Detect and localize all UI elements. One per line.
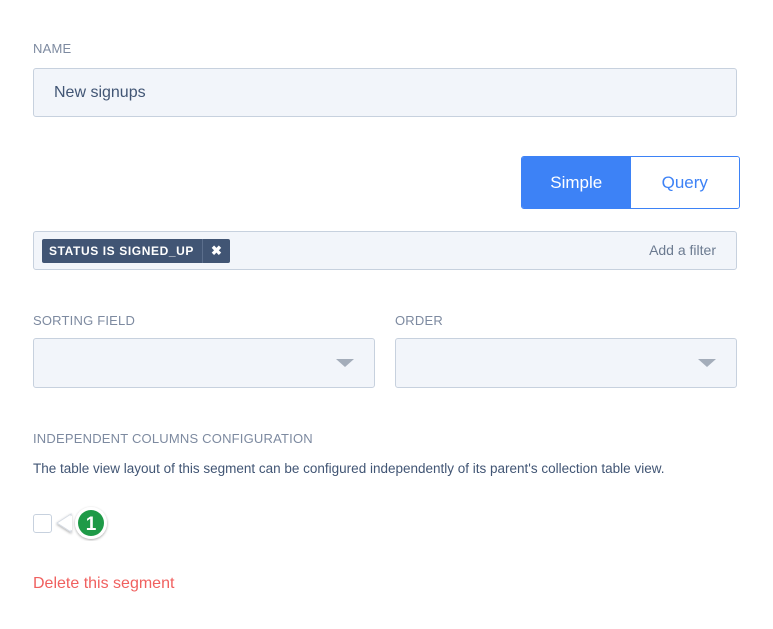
callout-number: 1 [86,514,97,535]
name-input[interactable] [33,68,737,117]
query-mode-button[interactable]: Query [630,157,739,208]
step-callout-badge: 1 [56,507,107,539]
simple-mode-button[interactable]: Simple [522,157,631,208]
name-label: NAME [33,41,72,56]
order-label: ORDER [395,313,443,328]
filter-tag: STATUS IS SIGNED_UP ✖ [42,239,230,263]
independent-columns-checkbox[interactable] [33,514,52,533]
independent-columns-label: INDEPENDENT COLUMNS CONFIGURATION [33,431,313,446]
filter-tag-label: STATUS IS SIGNED_UP [49,244,194,258]
mode-toggle: Simple Query [521,156,740,209]
close-icon[interactable]: ✖ [201,239,230,263]
chevron-down-icon [698,359,716,367]
delete-segment-link[interactable]: Delete this segment [33,575,174,593]
add-filter-placeholder[interactable]: Add a filter [649,232,716,269]
sorting-field-label: SORTING FIELD [33,313,136,328]
sorting-field-select[interactable] [33,338,375,388]
chevron-down-icon [336,359,354,367]
independent-columns-description: The table view layout of this segment ca… [33,461,665,476]
filter-input[interactable]: STATUS IS SIGNED_UP ✖ Add a filter [33,231,737,270]
order-select[interactable] [395,338,737,388]
